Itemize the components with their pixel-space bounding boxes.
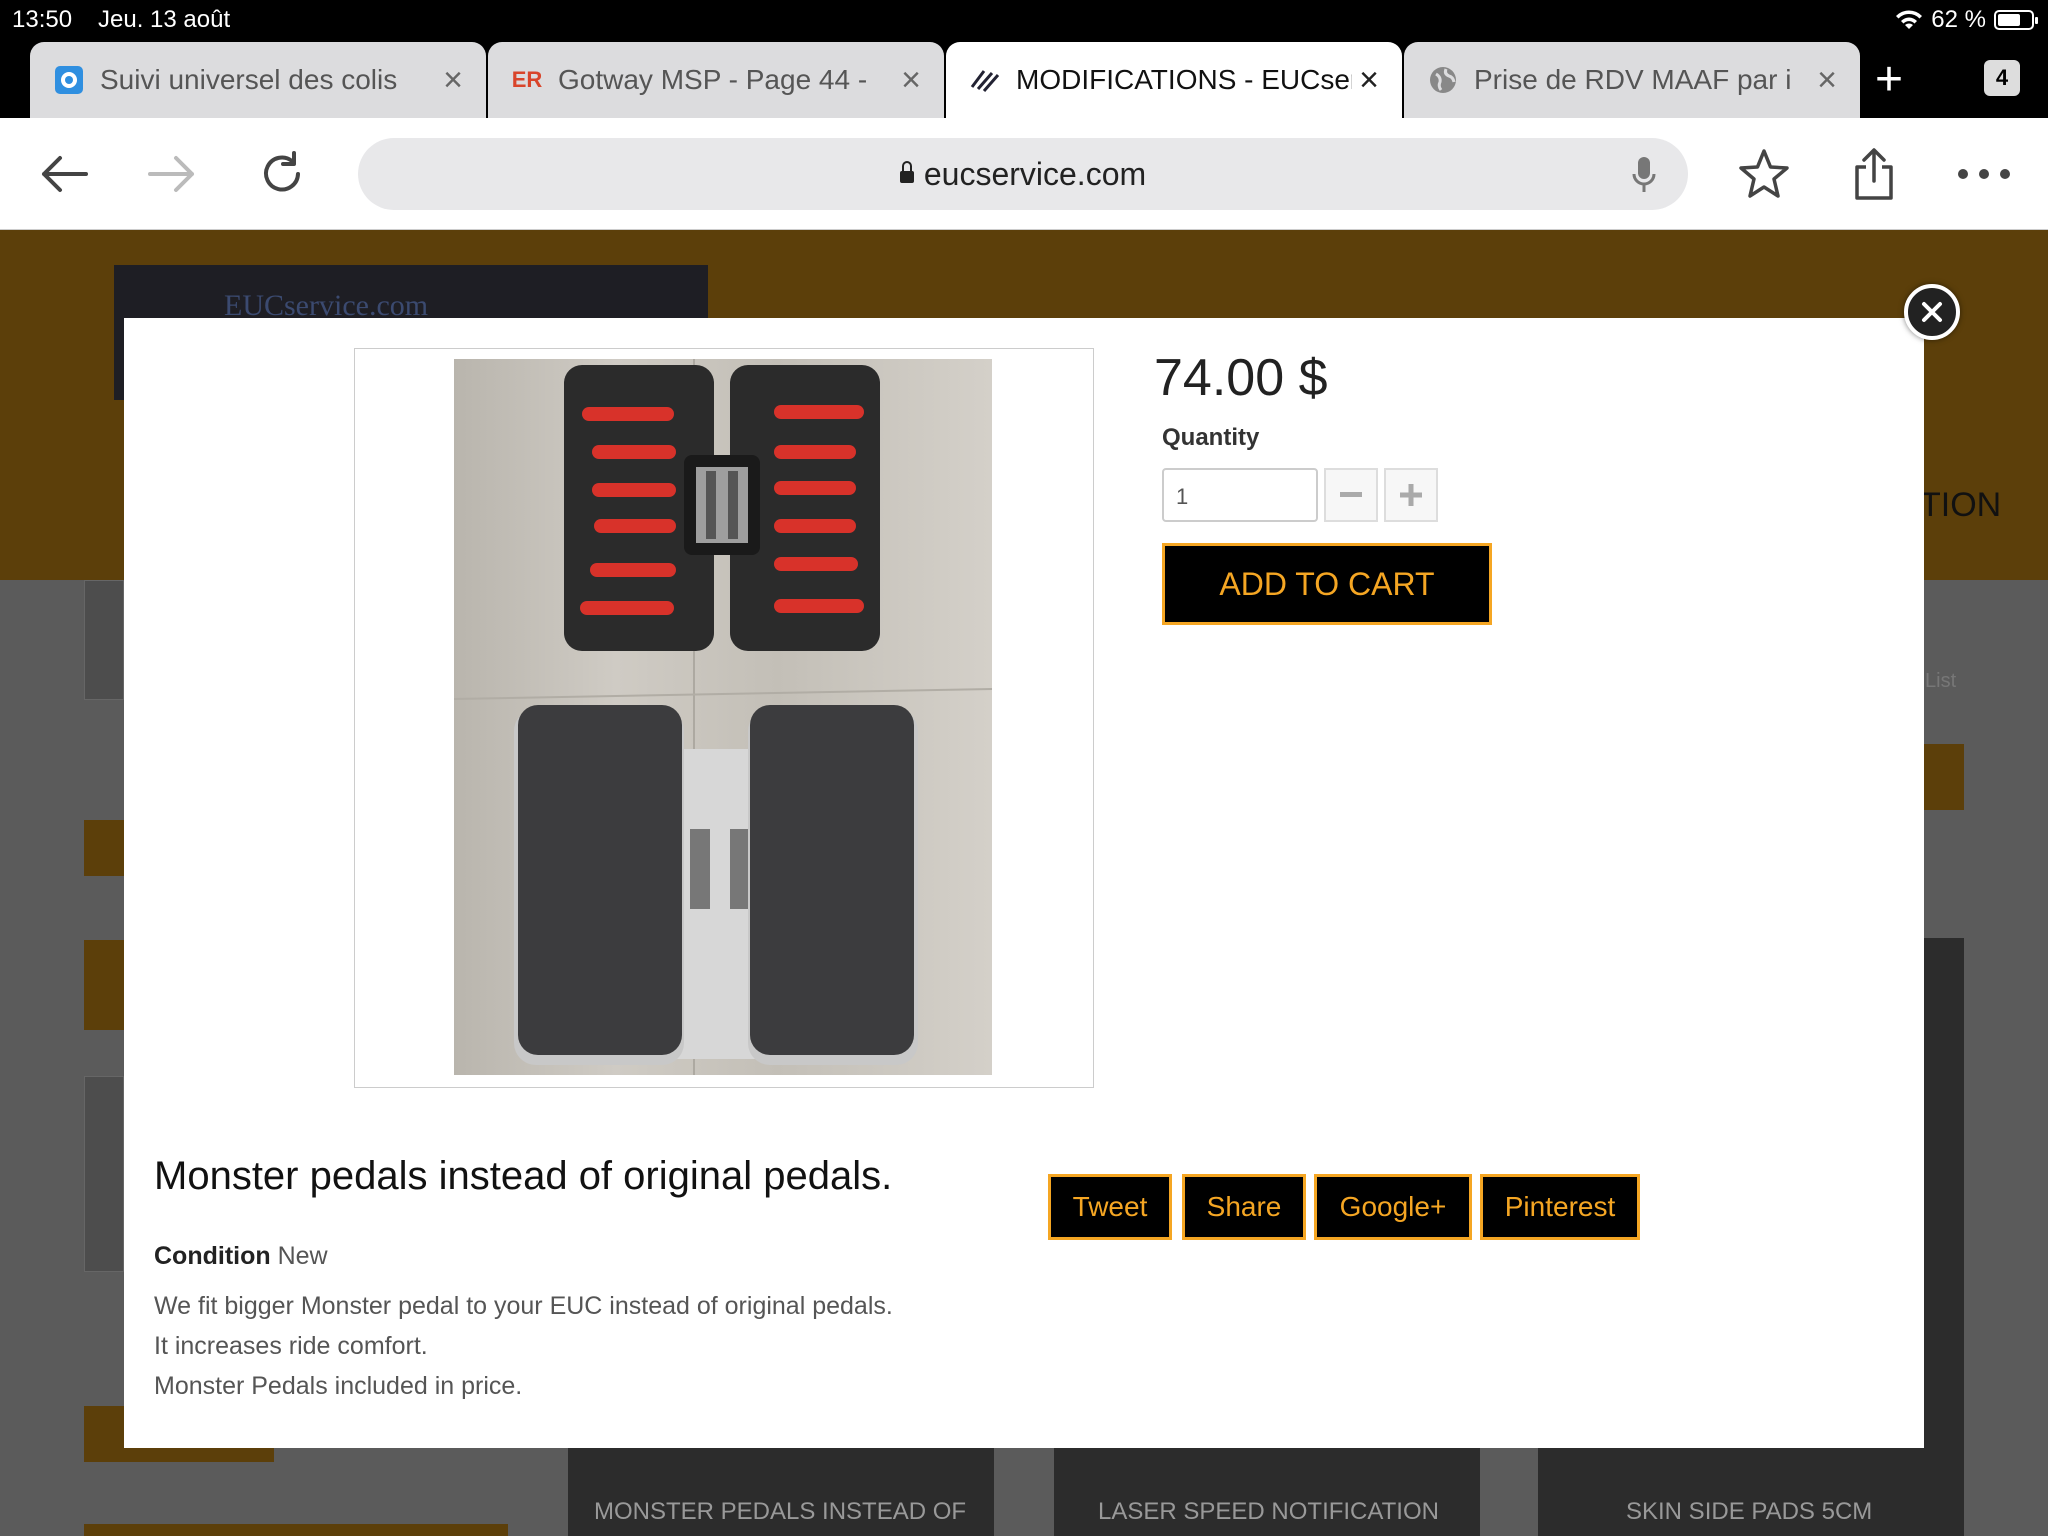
reload-icon[interactable] [252,146,312,202]
battery-percent: 62 % [1931,6,1986,33]
tab-close-icon[interactable]: × [1810,61,1844,100]
tab-title: MODIFICATIONS - EUCservice [1016,64,1352,95]
tab-close-icon[interactable]: × [894,61,928,100]
product-price: 74.00 $ [1154,349,1328,407]
lock-icon [899,161,914,183]
google-plus-button[interactable]: Google+ [1314,1174,1472,1240]
quantity-decrease-button[interactable] [1324,468,1378,522]
eucservice-favicon-icon [970,65,1000,95]
share-icon[interactable] [1844,146,1904,202]
tab-maaf[interactable]: Prise de RDV MAAF par i × [1404,42,1860,118]
description-line: It increases ride comfort. [154,1332,428,1360]
product-card [1924,938,1964,1536]
status-right: 62 % [1895,6,2038,34]
condition-value: New [277,1242,328,1270]
modal-close-button[interactable] [1904,284,1960,340]
tab-count-badge[interactable]: 4 [1984,60,2020,96]
product-name: Monster pedals instead of original pedal… [154,1154,893,1198]
status-time: 13:50 [12,6,73,33]
address-url: eucservice.com [923,155,1147,192]
tab-title: Suivi universel des colis [100,64,398,95]
tab-modifications[interactable]: MODIFICATIONS - EUCservice × [946,42,1402,118]
tab-close-icon[interactable]: × [436,61,470,100]
product-card[interactable]: SKIN SIDE PADS 5CM [1538,1448,1964,1536]
tab-title: Gotway MSP - Page 44 - [558,64,868,95]
pinterest-button[interactable]: Pinterest [1480,1174,1640,1240]
nav-menu-item[interactable]: TION [1920,486,2001,525]
product-card-title: LASER SPEED NOTIFICATION [1098,1498,1439,1525]
product-card[interactable]: MONSTER PEDALS INSTEAD OF [568,1448,994,1536]
er-favicon-icon: ER [511,67,543,92]
sidebar-block [84,1524,508,1536]
plus-icon [1400,484,1422,506]
quantity-input[interactable]: 1 [1162,468,1318,522]
globe-favicon-icon [54,65,84,95]
address-bar[interactable]: eucservice.com [358,138,1688,210]
sidebar-card [84,580,124,700]
new-tab-plus-icon[interactable]: + [1875,52,1903,107]
microphone-icon[interactable] [1632,156,1656,202]
product-image-frame [354,348,1094,1088]
product-card-title: MONSTER PEDALS INSTEAD OF [594,1498,967,1525]
add-to-cart-button[interactable]: ADD TO CART [1162,543,1492,625]
forward-arrow-icon[interactable] [142,146,202,202]
sidebar-block [84,940,124,1030]
status-bar: 13:50 Jeu. 13 août 62 % [0,0,2048,40]
tab-title: Prise de RDV MAAF par i [1474,64,1792,95]
more-options-icon[interactable] [1954,146,2014,202]
facebook-share-button[interactable]: Share [1182,1174,1306,1240]
status-date: Jeu. 13 août [98,6,231,33]
product-condition: Condition New [154,1242,328,1271]
product-card-title: SKIN SIDE PADS 5CM [1626,1498,1873,1525]
globe-icon [1428,65,1458,95]
tweet-button[interactable]: Tweet [1048,1174,1172,1240]
tab-bar: Suivi universel des colis × ER Gotway MS… [0,40,2048,118]
description-line: Monster Pedals included in price. [154,1372,523,1400]
sort-button[interactable] [1924,744,1964,810]
description-line: We fit bigger Monster pedal to your EUC … [154,1292,893,1320]
quantity-label: Quantity [1162,424,1260,451]
browser-toolbar: eucservice.com [0,118,2048,230]
tab-suivi-colis[interactable]: Suivi universel des colis × [30,42,486,118]
wifi-icon [1896,10,1923,29]
tab-close-icon[interactable]: × [1352,61,1386,100]
bookmark-star-icon[interactable] [1734,146,1794,202]
condition-label: Condition [154,1242,271,1270]
list-view-toggle[interactable]: List [1925,670,1956,693]
sidebar-button[interactable] [84,820,124,876]
battery-icon [1994,10,2038,30]
back-arrow-icon[interactable] [34,146,94,202]
quick-view-modal: 74.00 $ Quantity 1 ADD TO CART Monster p… [124,318,1924,1448]
tab-gotway[interactable]: ER Gotway MSP - Page 44 - × [488,42,944,118]
sidebar-card [84,1076,124,1272]
quantity-increase-button[interactable] [1384,468,1438,522]
close-icon [1922,302,1942,322]
product-card[interactable]: LASER SPEED NOTIFICATION [1054,1448,1480,1536]
product-description: We fit bigger Monster pedal to your EUC … [154,1286,893,1406]
product-photo [454,359,992,1075]
minus-icon [1340,492,1362,497]
